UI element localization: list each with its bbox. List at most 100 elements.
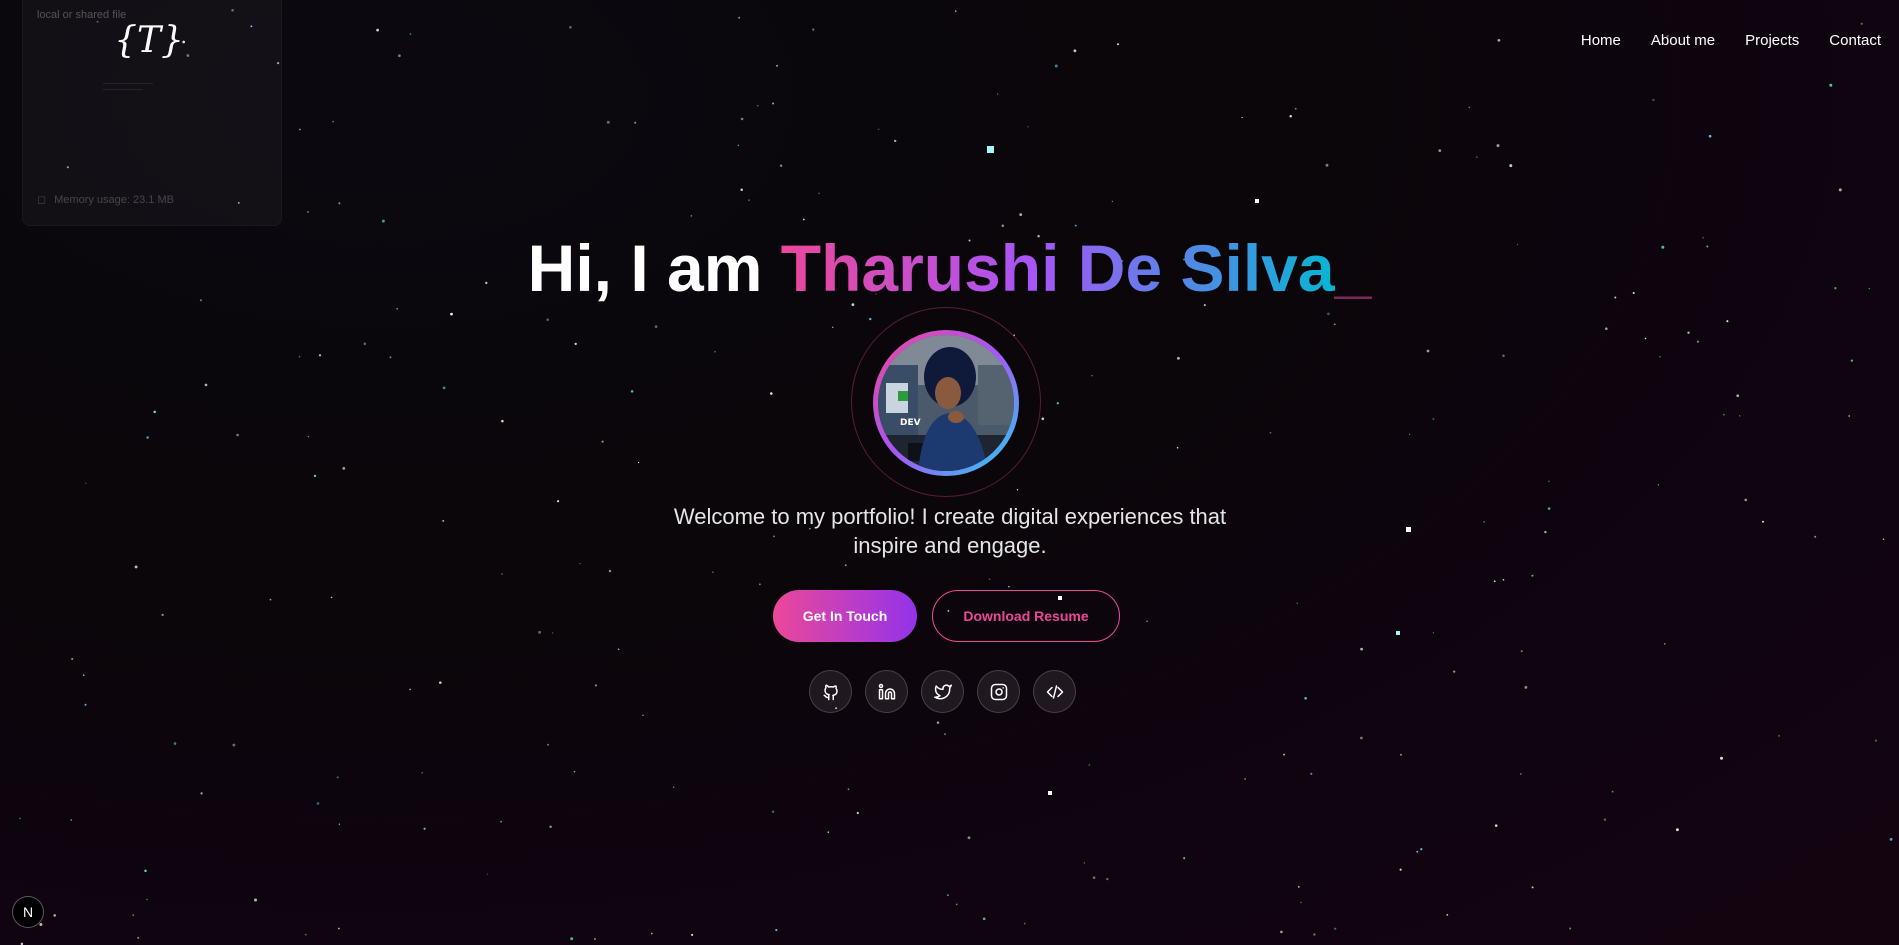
star xyxy=(1889,838,1893,841)
star xyxy=(306,210,309,213)
star xyxy=(1406,527,1411,532)
star xyxy=(137,936,140,939)
star xyxy=(1739,415,1741,417)
star xyxy=(802,218,805,221)
star xyxy=(601,440,604,443)
star xyxy=(316,802,320,805)
linkedin-link[interactable] xyxy=(865,670,908,713)
nav-about[interactable]: About me xyxy=(1651,32,1715,50)
star xyxy=(740,117,744,121)
nav-projects[interactable]: Projects xyxy=(1745,32,1799,50)
star xyxy=(376,28,379,32)
instagram-link[interactable] xyxy=(977,670,1020,713)
star xyxy=(132,914,135,916)
star xyxy=(630,390,634,393)
nav-contact[interactable]: Contact xyxy=(1829,32,1881,50)
star xyxy=(1475,156,1478,159)
star xyxy=(654,325,658,328)
star xyxy=(1744,498,1747,502)
nextjs-dev-badge[interactable]: N xyxy=(12,896,44,928)
star xyxy=(996,93,999,95)
star xyxy=(748,199,750,201)
star xyxy=(987,146,994,153)
code-link[interactable] xyxy=(1033,670,1076,713)
star xyxy=(486,873,489,875)
star xyxy=(269,598,272,601)
star xyxy=(1644,337,1647,340)
star xyxy=(1432,632,1435,634)
star xyxy=(1091,375,1093,377)
star xyxy=(1850,359,1854,362)
star xyxy=(1531,886,1534,889)
star xyxy=(396,307,399,310)
linkedin-icon xyxy=(878,683,895,699)
star xyxy=(869,317,872,321)
star xyxy=(84,703,87,706)
star xyxy=(936,721,940,724)
get-in-touch-button[interactable]: Get In Touch xyxy=(773,590,917,642)
star xyxy=(1524,685,1528,689)
star xyxy=(1860,22,1863,25)
star xyxy=(812,28,815,31)
star xyxy=(844,564,847,567)
star xyxy=(1829,83,1833,87)
memory-usage-text: Memory usage: 23.1 MB xyxy=(54,193,174,206)
svg-text:DEV: DEV xyxy=(900,418,921,428)
star xyxy=(982,917,986,921)
logo-icon[interactable]: {T} xyxy=(116,16,182,62)
twitter-link[interactable] xyxy=(921,670,964,713)
star xyxy=(573,770,576,773)
star xyxy=(1183,857,1186,860)
star xyxy=(1001,224,1005,227)
star xyxy=(831,326,834,329)
star xyxy=(421,772,423,774)
star xyxy=(304,933,307,936)
github-icon xyxy=(823,684,838,700)
star xyxy=(1360,647,1364,651)
download-resume-button[interactable]: Download Resume xyxy=(932,590,1120,642)
star xyxy=(893,139,897,143)
star xyxy=(338,927,340,930)
star xyxy=(1426,349,1430,353)
star xyxy=(1708,134,1712,138)
star xyxy=(955,903,958,906)
star xyxy=(1399,868,1402,871)
star xyxy=(1416,850,1419,853)
star xyxy=(547,743,550,746)
github-link[interactable] xyxy=(809,670,852,713)
main-nav: Home About me Projects Contact xyxy=(1551,32,1881,50)
star xyxy=(878,128,880,130)
star xyxy=(1778,734,1781,737)
star xyxy=(608,569,612,573)
star xyxy=(574,342,577,346)
star xyxy=(1016,489,1019,491)
star xyxy=(1117,43,1119,46)
star xyxy=(1814,535,1817,538)
star xyxy=(1176,356,1180,360)
star xyxy=(691,933,694,936)
instagram-icon xyxy=(990,683,1007,700)
star xyxy=(1083,862,1085,864)
star xyxy=(1838,188,1842,192)
overlay-top-text: local or shared file xyxy=(37,9,127,21)
star xyxy=(409,33,412,35)
star xyxy=(672,786,675,788)
star xyxy=(738,16,741,19)
star xyxy=(714,350,716,353)
star xyxy=(336,776,339,779)
star xyxy=(1092,876,1096,879)
star xyxy=(71,657,74,660)
star xyxy=(1146,620,1148,622)
star xyxy=(313,474,317,478)
star xyxy=(1027,126,1029,128)
star xyxy=(1446,914,1449,916)
star xyxy=(1054,64,1058,68)
star xyxy=(1605,327,1608,330)
star xyxy=(740,188,743,191)
star xyxy=(398,54,401,58)
star xyxy=(538,630,542,634)
star xyxy=(1327,312,1330,316)
profile-photo: DEV xyxy=(878,335,1014,471)
star xyxy=(549,825,552,829)
nav-home[interactable]: Home xyxy=(1581,32,1621,50)
